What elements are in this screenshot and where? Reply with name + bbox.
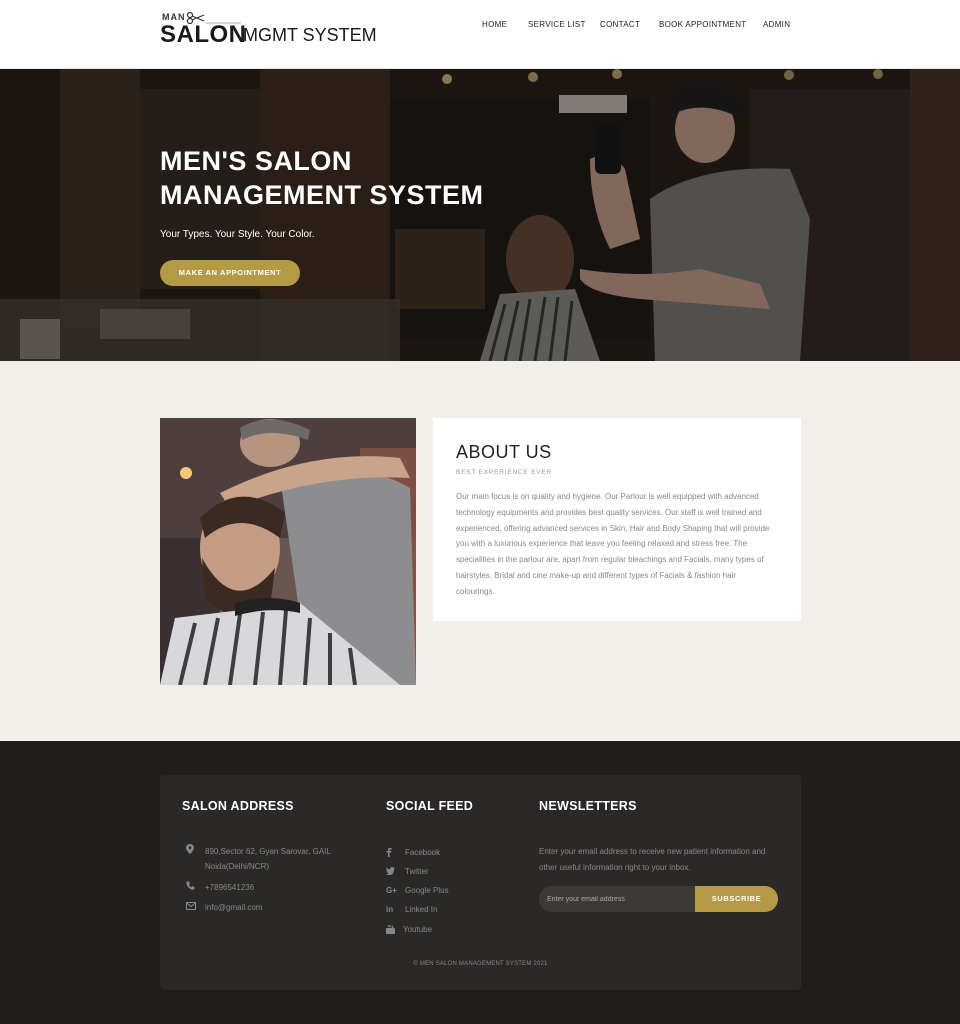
copyright-text: © MEN SALON MANAGEMENT SYSTEM 2021 xyxy=(413,961,548,967)
nav-service-list[interactable]: SERVICE LIST xyxy=(528,20,586,29)
hero-title: MEN'S SALON MANAGEMENT SYSTEM xyxy=(160,144,520,212)
nav-book-appointment[interactable]: BOOK APPOINTMENT xyxy=(659,20,746,29)
newsletter-text: Enter your email address to receive new … xyxy=(539,847,766,872)
social-link-label: Youtube xyxy=(403,925,433,934)
make-appointment-button[interactable]: MAKE AN APPOINTMENT xyxy=(160,260,300,286)
nav-contact[interactable]: CONTACT xyxy=(600,20,640,29)
youtube-icon xyxy=(386,924,400,936)
hero-title-line1: MEN'S SALON xyxy=(160,146,352,176)
google-plus-icon: G+ xyxy=(386,886,397,895)
email-text[interactable]: info@gmail.com xyxy=(205,900,355,915)
hero-section: MEN'S SALON MANAGEMENT SYSTEM Your Types… xyxy=(0,69,960,361)
nav-home[interactable]: HOME xyxy=(482,20,507,29)
social-link-label: Twitter xyxy=(405,867,429,876)
linkedin-icon: in xyxy=(386,905,394,914)
social-link-label: Linked In xyxy=(405,905,438,914)
site-footer: SALON ADDRESS 890,Sector 62, Gyan Sarova… xyxy=(0,741,960,1024)
logo-suffix-text: MGMT SYSTEM xyxy=(243,25,377,45)
subscribe-button[interactable]: SUBSCRIBE xyxy=(695,886,778,912)
phone-icon xyxy=(186,880,196,895)
site-header: MAN SALON MGMT SYSTEM HOME SERVICE LIST … xyxy=(0,0,960,69)
about-section: ABOUT US BEST EXPERIENCE EVER Our main f… xyxy=(0,361,960,741)
social-link-label: Facebook xyxy=(405,848,441,857)
hero-title-line2: MANAGEMENT SYSTEM xyxy=(160,180,484,210)
facebook-icon xyxy=(386,848,400,859)
address-text: 890,Sector 62, Gyan Sarovar, GAIL Noida(… xyxy=(205,847,331,871)
envelope-icon xyxy=(186,900,196,915)
footer-box: SALON ADDRESS 890,Sector 62, Gyan Sarova… xyxy=(160,775,801,990)
hero-overlay xyxy=(0,69,960,361)
twitter-icon xyxy=(386,867,400,877)
salon-address-heading: SALON ADDRESS xyxy=(182,799,294,813)
social-feed-heading: SOCIAL FEED xyxy=(386,799,474,813)
map-marker-icon xyxy=(186,844,196,859)
newsletter-email-input[interactable] xyxy=(539,886,699,912)
about-subtitle: BEST EXPERIENCE EVER xyxy=(456,469,553,476)
about-title: ABOUT US xyxy=(456,442,552,462)
about-card: ABOUT US BEST EXPERIENCE EVER Our main f… xyxy=(433,418,801,621)
hero-subtitle: Your Types. Your Style. Your Color. xyxy=(160,229,315,240)
newsletters-heading: NEWSLETTERS xyxy=(539,799,637,813)
site-logo[interactable]: MAN SALON MGMT SYSTEM xyxy=(160,10,380,48)
social-link-label: Google Plus xyxy=(405,886,449,895)
about-text: Our main focus is on quality and hygiene… xyxy=(456,492,770,596)
phone-text: +7896541236 xyxy=(205,883,255,892)
about-image xyxy=(160,418,416,685)
logo-salon-text: SALON xyxy=(160,21,247,48)
nav-admin[interactable]: ADMIN xyxy=(763,20,790,29)
